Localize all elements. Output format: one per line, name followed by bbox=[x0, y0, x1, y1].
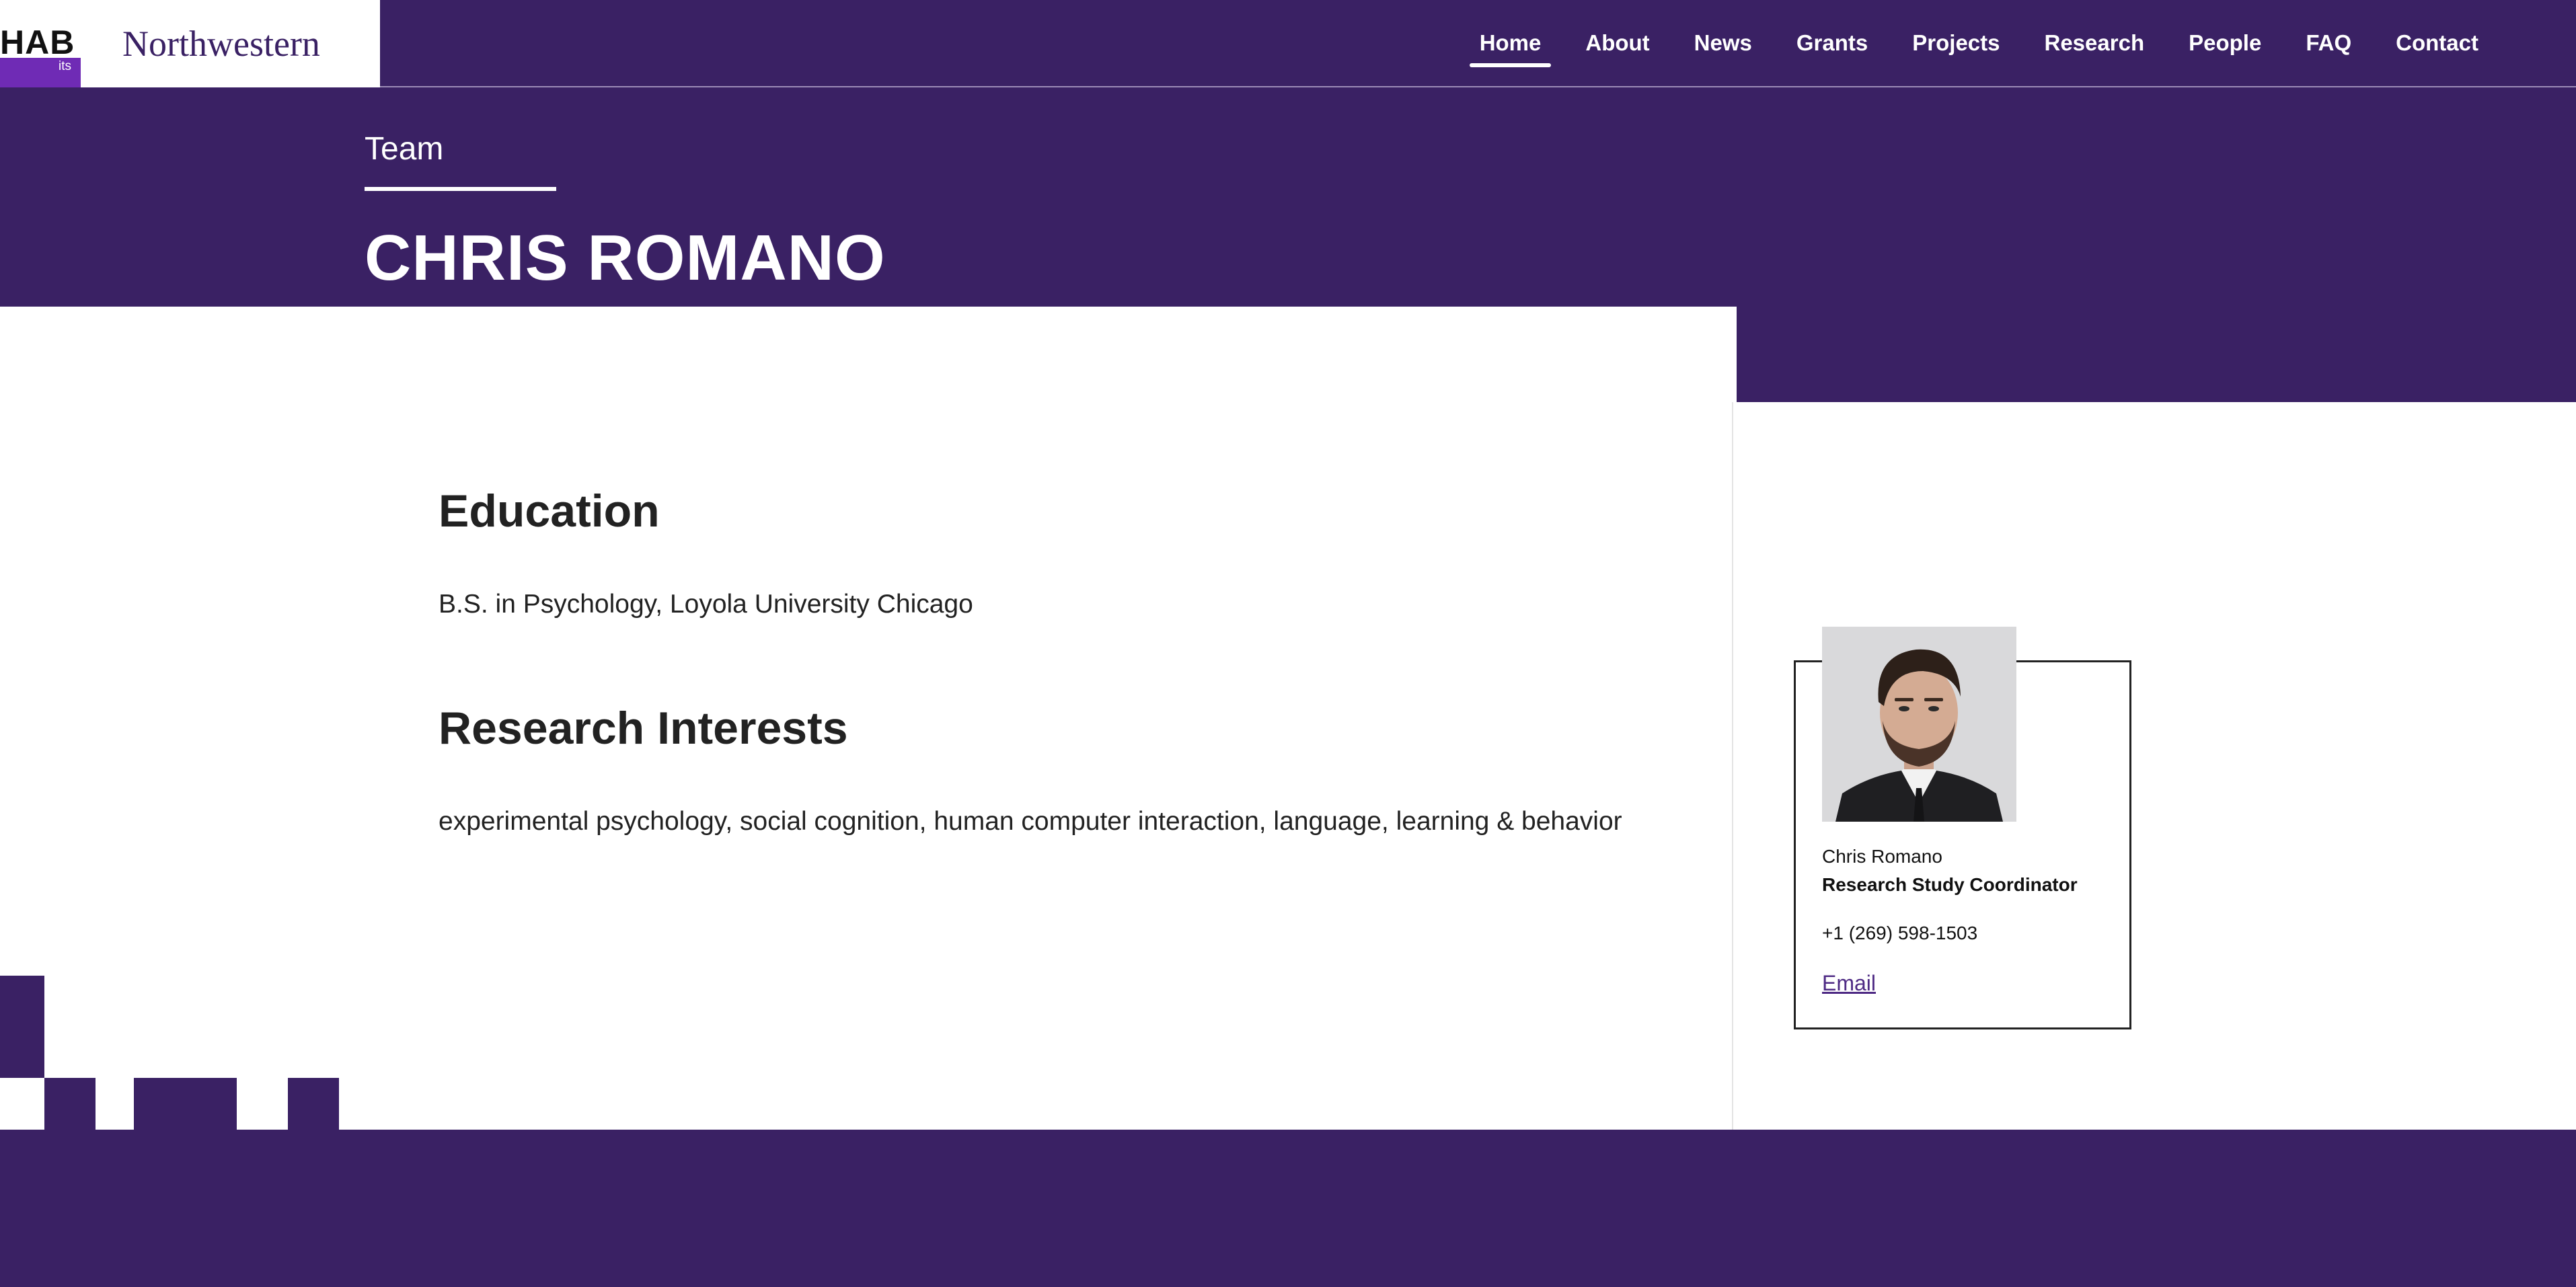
decorative-block bbox=[0, 976, 44, 1078]
nav-item-contact[interactable]: Contact bbox=[2374, 0, 2501, 86]
profile-photo bbox=[1822, 627, 2016, 822]
profile-role: Research Study Coordinator bbox=[1822, 874, 2078, 895]
top-navigation-bar: HAB its Northwestern Home About News Gra… bbox=[0, 0, 2576, 87]
profile-phone[interactable]: +1 (269) 598-1503 bbox=[1822, 923, 1977, 944]
hero-sidebar-extension bbox=[1737, 307, 2576, 402]
nav-item-people[interactable]: People bbox=[2166, 0, 2283, 86]
nav-item-home[interactable]: Home bbox=[1457, 0, 1564, 86]
nav-item-faq[interactable]: FAQ bbox=[2283, 0, 2374, 86]
lab-logo-accent: its bbox=[0, 58, 81, 87]
breadcrumb-underline bbox=[365, 187, 556, 191]
main-nav: Home About News Grants Projects Research… bbox=[1457, 0, 2501, 86]
page-title: CHRIS ROMANO bbox=[365, 222, 886, 294]
nav-item-about[interactable]: About bbox=[1563, 0, 1671, 86]
breadcrumb[interactable]: Team bbox=[365, 133, 443, 165]
decorative-block bbox=[134, 1078, 237, 1130]
site-logo[interactable]: HAB its Northwestern bbox=[0, 0, 380, 87]
nav-item-news[interactable]: News bbox=[1672, 0, 1774, 86]
research-interests-heading: Research Interests bbox=[439, 703, 848, 754]
profile-name: Chris Romano bbox=[1822, 846, 1942, 867]
profile-email-link[interactable]: Email bbox=[1822, 971, 1876, 996]
decorative-block bbox=[288, 1078, 339, 1130]
education-text: B.S. in Psychology, Loyola University Ch… bbox=[439, 590, 973, 619]
lab-logo-subtext: its bbox=[59, 59, 71, 73]
decorative-block bbox=[44, 1078, 96, 1130]
lab-logo-text: HAB bbox=[0, 24, 75, 61]
nav-item-grants[interactable]: Grants bbox=[1774, 0, 1890, 86]
column-divider bbox=[1732, 402, 1733, 1130]
nav-item-projects[interactable]: Projects bbox=[1890, 0, 2022, 86]
page-footer bbox=[0, 1130, 2576, 1287]
research-interests-text: experimental psychology, social cognitio… bbox=[439, 807, 1622, 836]
nav-item-research[interactable]: Research bbox=[2022, 0, 2167, 86]
education-heading: Education bbox=[439, 485, 660, 537]
person-portrait-icon bbox=[1822, 627, 2016, 822]
university-logo-text[interactable]: Northwestern bbox=[122, 26, 320, 62]
